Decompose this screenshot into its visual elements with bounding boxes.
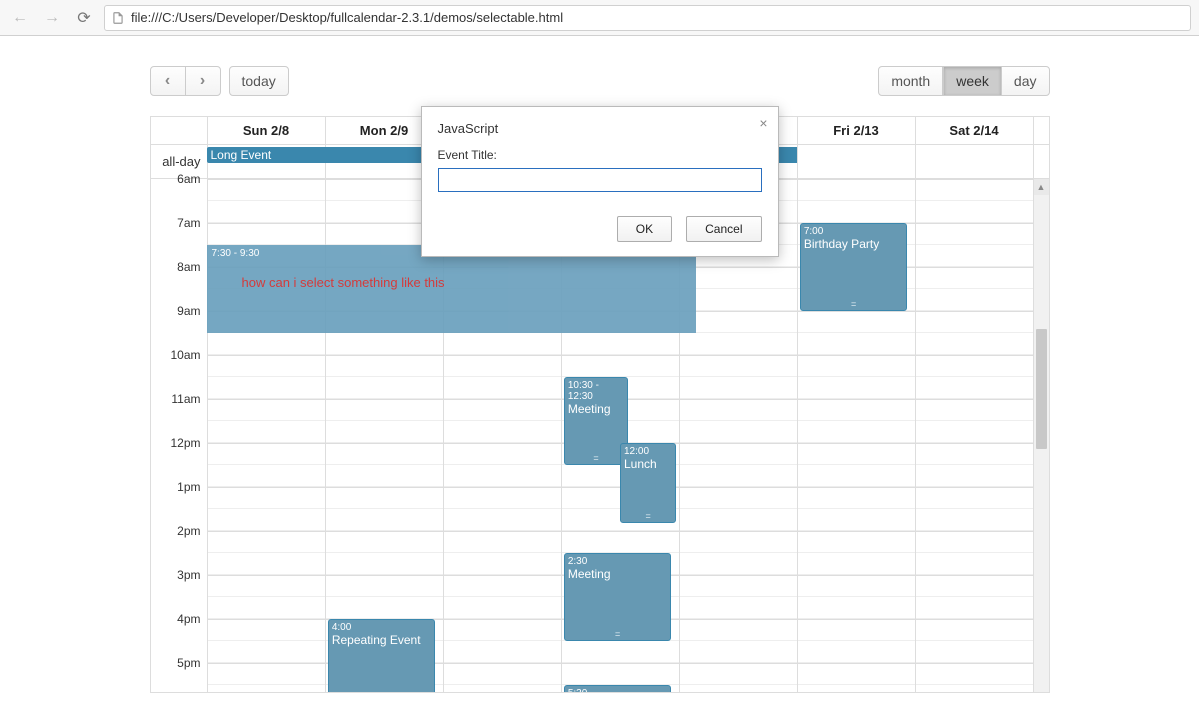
time-label: 12pm [170, 436, 200, 450]
view-day-button[interactable]: day [1001, 66, 1050, 96]
prev-button[interactable]: ‹ [150, 66, 186, 96]
calendar-container: × JavaScript Event Title: OK Cancel ‹ › … [150, 66, 1050, 693]
time-label: 1pm [177, 480, 200, 494]
browser-toolbar: ← → ⟳ file:///C:/Users/Developer/Desktop… [0, 0, 1199, 36]
resize-handle-icon[interactable]: = [645, 511, 650, 521]
time-label: 4pm [177, 612, 200, 626]
scrollbar-up-icon[interactable]: ▲ [1034, 179, 1049, 195]
time-label: 8am [177, 260, 200, 274]
scrollbar-spacer [1033, 117, 1049, 144]
dialog-field-label: Event Title: [438, 148, 762, 162]
time-label: 10am [170, 348, 200, 362]
calendar-toolbar: ‹ › today month week day [150, 66, 1050, 96]
calendar-event[interactable]: 12:00Lunch = [620, 443, 676, 523]
dialog-title: JavaScript [422, 107, 778, 142]
event-title: Meeting [568, 402, 611, 416]
calendar-event[interactable]: 2:30Meeting = [564, 553, 672, 641]
view-month-button[interactable]: month [878, 66, 943, 96]
calendar-event[interactable]: 7:00Birthday Party = [800, 223, 908, 311]
event-time: 2:30 [568, 556, 668, 567]
event-time: 4:00 [332, 622, 432, 633]
url-text: file:///C:/Users/Developer/Desktop/fullc… [131, 10, 563, 25]
reload-button[interactable]: ⟳ [72, 6, 96, 30]
event-title: Long Event [211, 148, 272, 162]
forward-button[interactable]: → [40, 6, 64, 30]
resize-handle-icon[interactable]: = [615, 629, 620, 639]
event-time: 12:00 [624, 446, 672, 457]
resize-handle-icon[interactable]: = [851, 299, 856, 309]
day-header[interactable]: Sun 2/8 [207, 117, 325, 144]
all-day-cell[interactable] [797, 145, 915, 178]
day-header[interactable]: Fri 2/13 [797, 117, 915, 144]
time-label: 5pm [177, 656, 200, 670]
time-label: 7am [177, 216, 200, 230]
event-title: Lunch [624, 457, 657, 471]
time-selection[interactable]: 7:30 - 9:30 how can i select something li… [207, 245, 697, 333]
today-button[interactable]: today [229, 66, 289, 96]
annotation-text: how can i select something like this [242, 275, 445, 290]
view-week-button[interactable]: week [943, 66, 1002, 96]
address-bar[interactable]: file:///C:/Users/Developer/Desktop/fullc… [104, 5, 1191, 31]
time-label: 6am [177, 172, 200, 186]
event-title: Repeating Event [332, 633, 421, 647]
time-axis: 6am7am8am9am10am11am12pm1pm2pm3pm4pm5pm [151, 179, 207, 692]
time-label: 3pm [177, 568, 200, 582]
event-title: Meeting [568, 567, 611, 581]
event-time: 10:30 - 12:30 [568, 380, 624, 402]
event-title: Birthday Party [804, 237, 879, 251]
event-title-input[interactable] [438, 168, 762, 192]
file-icon [111, 11, 125, 25]
scrollbar-thumb[interactable] [1036, 329, 1047, 449]
cancel-button[interactable]: Cancel [686, 216, 761, 242]
ok-button[interactable]: OK [617, 216, 672, 242]
day-column[interactable]: 7:00Birthday Party = [797, 179, 915, 692]
nav-button-group: ‹ › [150, 66, 221, 96]
all-day-cell[interactable] [915, 145, 1033, 178]
calendar-event[interactable]: 4:00Repeating Event= [328, 619, 436, 692]
back-button[interactable]: ← [8, 6, 32, 30]
event-time: 7:00 [804, 226, 904, 237]
day-header[interactable]: Sat 2/14 [915, 117, 1033, 144]
event-time: 5:30 [568, 688, 668, 692]
scrollbar-spacer [1033, 145, 1049, 178]
time-label: 2pm [177, 524, 200, 538]
vertical-scrollbar[interactable]: ▲ [1033, 179, 1049, 692]
selection-time-label: 7:30 - 9:30 [212, 248, 260, 259]
view-switcher: month week day [878, 66, 1049, 96]
close-icon[interactable]: × [759, 115, 767, 131]
next-button[interactable]: › [185, 66, 221, 96]
resize-handle-icon[interactable]: = [593, 453, 598, 463]
prompt-dialog: × JavaScript Event Title: OK Cancel [421, 106, 779, 257]
calendar-event[interactable]: 5:30= [564, 685, 672, 692]
calendar-event[interactable]: 10:30 - 12:30Meeting = [564, 377, 628, 465]
time-label: 9am [177, 304, 200, 318]
time-label: 11am [171, 392, 200, 406]
day-column[interactable] [915, 179, 1033, 692]
axis-spacer [151, 117, 207, 144]
